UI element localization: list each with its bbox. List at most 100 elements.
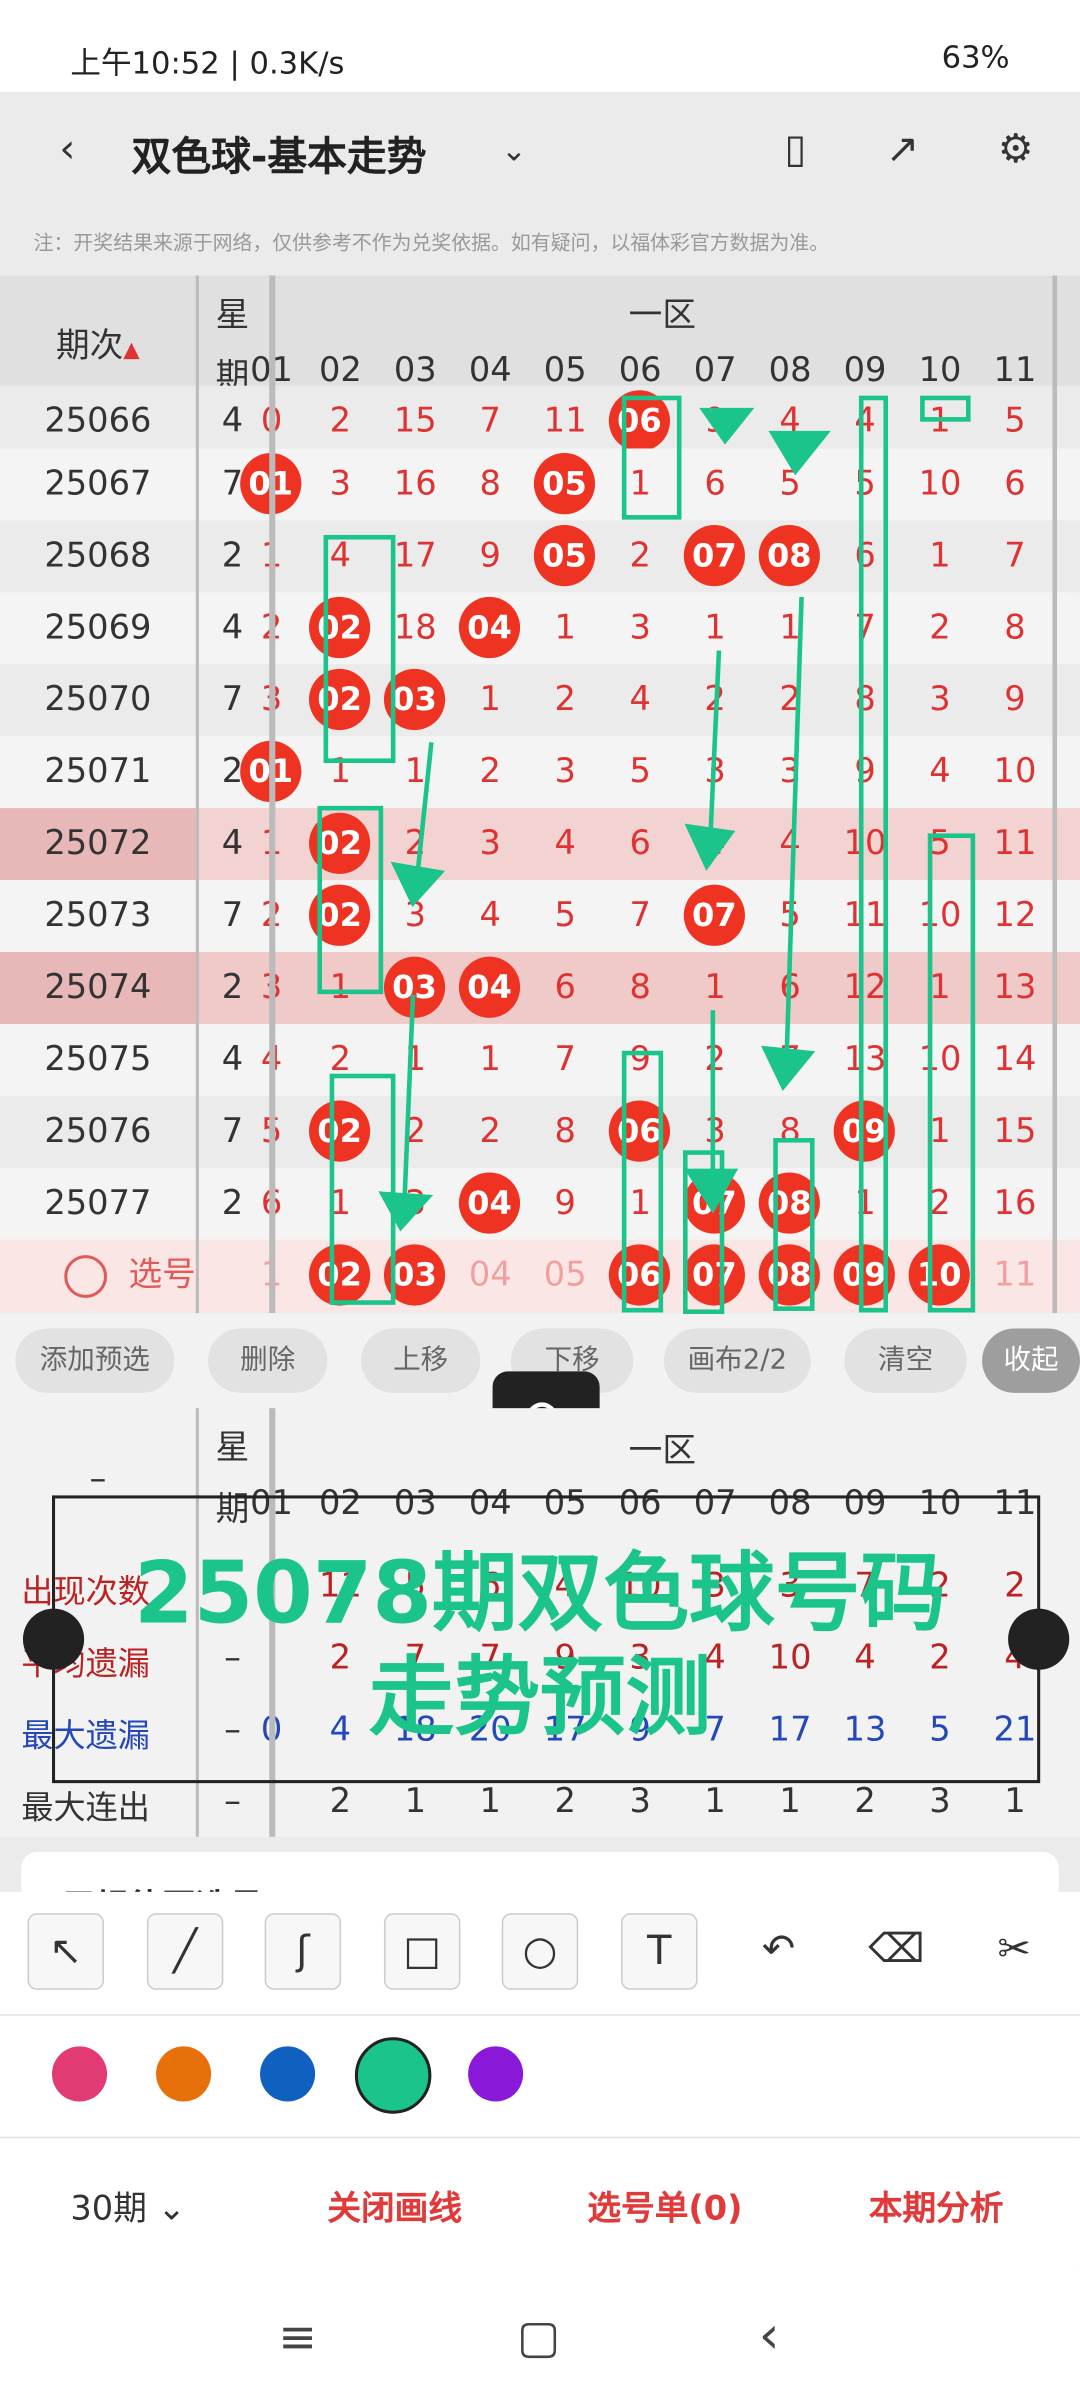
select-ball[interactable]: 09	[833, 1244, 895, 1306]
table-row[interactable]: 250682141790520708617	[0, 520, 1080, 593]
select-number[interactable]: 11	[977, 1240, 1052, 1312]
toolbar-chip[interactable]: 画布2/2	[663, 1328, 811, 1393]
toolbar-chip[interactable]: 上移	[361, 1328, 481, 1393]
red-ball: 07	[683, 524, 745, 587]
select-label[interactable]: 选号	[0, 1240, 260, 1312]
stats-col-header: 09	[843, 1484, 887, 1523]
table-row[interactable]: 250767502228063809115	[0, 1095, 1080, 1168]
select-ball[interactable]: 10	[908, 1244, 970, 1306]
back-icon[interactable]: ‹	[40, 122, 95, 177]
close-lines-button[interactable]: 关闭画线	[327, 2181, 462, 2230]
chevron-down-icon[interactable]: ⌄	[486, 122, 541, 177]
analysis-button[interactable]: 本期分析	[869, 2181, 1004, 2230]
miss-count: 1	[929, 1112, 951, 1152]
red-ball: 07	[683, 884, 745, 946]
stats-value: 2	[329, 1783, 352, 1822]
toolbar-chip[interactable]: 添加预选	[15, 1328, 175, 1393]
red-ball: 07	[683, 1172, 745, 1234]
menu-icon[interactable]: ≡	[278, 2311, 316, 2365]
table-row[interactable]: 250772613049107081216	[0, 1167, 1080, 1240]
page-title[interactable]: 双色球-基本走势	[132, 126, 427, 183]
circle-tool-icon[interactable]: ○	[501, 1913, 579, 1990]
toolbar-chip[interactable]: 删除	[208, 1328, 328, 1393]
table-row[interactable]: 2507372023457075111012	[0, 880, 1080, 953]
issue-number: 25073	[44, 896, 152, 936]
miss-count: 2	[404, 824, 427, 864]
undo-icon[interactable]: ↶	[740, 1913, 816, 1990]
stats-value: 2	[554, 1783, 576, 1822]
phone-icon[interactable]: ▯	[768, 122, 823, 177]
select-number[interactable]: 04	[453, 1240, 528, 1312]
miss-count: 11	[543, 402, 587, 441]
toolbar-chip[interactable]: 清空	[844, 1328, 967, 1393]
miss-count: 11	[993, 824, 1037, 864]
select-number[interactable]: 05	[528, 1240, 603, 1312]
miss-count: 1	[704, 968, 726, 1008]
table-row[interactable]: 2507120111235339410	[0, 736, 1080, 809]
selection-list-button[interactable]: 选号单(0)	[587, 2181, 742, 2230]
table-row[interactable]: 25072410223464410511	[0, 808, 1080, 881]
home-icon[interactable]: ▢	[517, 2311, 560, 2365]
select-ball[interactable]: 08	[758, 1244, 820, 1306]
select-ball[interactable]: 02	[308, 1244, 371, 1306]
col-header: 04	[468, 352, 512, 391]
issue-number: 25070	[44, 681, 152, 720]
curve-tool-icon[interactable]: ʃ	[264, 1913, 342, 1990]
miss-count: 9	[629, 1040, 651, 1080]
system-back-icon[interactable]: ‹	[759, 2305, 780, 2366]
miss-count: 1	[554, 609, 576, 648]
select-ball[interactable]: 07	[683, 1244, 745, 1306]
miss-count: 9	[479, 537, 501, 576]
table-row[interactable]: 25069420218041311728	[0, 592, 1080, 665]
miss-count: 8	[629, 968, 651, 1008]
table-row[interactable]: 250677013168051655106	[0, 448, 1080, 521]
miss-count: 6	[779, 968, 801, 1008]
stats-value: 1	[1004, 1783, 1026, 1822]
stats-col-header: 02	[318, 1484, 362, 1523]
text-tool-icon[interactable]: T	[621, 1913, 698, 1990]
issue-header[interactable]: 期次▲	[0, 318, 196, 367]
table-row[interactable]: 25075442117927131014	[0, 1023, 1080, 1096]
share-icon[interactable]: ↗	[875, 122, 930, 177]
miss-count: 3	[704, 753, 726, 792]
color-orange[interactable]	[156, 2046, 212, 2102]
miss-count: 1	[329, 753, 352, 792]
line-tool-icon[interactable]: ╱	[146, 1913, 224, 1990]
grid-header: 期次▲ 星 期 一区 0102030405060708091011	[0, 275, 1080, 402]
miss-count: 1	[929, 537, 951, 576]
trend-grid[interactable]: 期次▲ 星 期 一区 0102030405060708091011 250664…	[0, 275, 1080, 1314]
stats-col-header: 10	[918, 1484, 962, 1523]
period-select[interactable]: 30期 ⌄	[70, 2181, 185, 2230]
color-pink[interactable]	[52, 2046, 108, 2102]
table-row[interactable]: 2507073020312422839	[0, 664, 1080, 737]
color-blue[interactable]	[260, 2046, 316, 2102]
table-row[interactable]: 25066402157110694415	[0, 385, 1080, 458]
settings-icon[interactable]: ⚙	[988, 122, 1043, 177]
red-ball: 09	[833, 1100, 895, 1162]
select-ball[interactable]: 06	[608, 1244, 671, 1306]
app-bar: ‹ 双色球-基本走势 ⌄ ▯ ↗ ⚙	[0, 91, 1080, 212]
col-header: 07	[693, 352, 737, 391]
miss-count: 8	[554, 1112, 576, 1152]
select-ball[interactable]: 03	[383, 1244, 446, 1306]
red-ball: 03	[383, 668, 446, 731]
miss-count: 3	[404, 896, 427, 936]
color-green-selected[interactable]	[354, 2037, 432, 2114]
rectangle-tool-icon[interactable]: □	[383, 1913, 461, 1990]
issue-number: 25069	[44, 609, 152, 648]
stats-col-header: 08	[768, 1484, 812, 1523]
miss-count: 10	[843, 824, 887, 864]
miss-count: 4	[479, 896, 501, 936]
miss-count: 5	[629, 753, 651, 792]
red-ball: 04	[458, 596, 521, 659]
eraser-icon[interactable]: ⌫	[858, 1913, 934, 1990]
table-row[interactable]: 250742310304681612113	[0, 952, 1080, 1024]
toolbar-chip[interactable]: 收起	[982, 1328, 1080, 1393]
miss-count: 3	[554, 753, 576, 792]
color-purple[interactable]	[468, 2046, 524, 2102]
red-ball: 02	[308, 1100, 371, 1162]
clear-brush-icon[interactable]: ✂	[976, 1913, 1052, 1990]
miss-count: 4	[779, 824, 801, 864]
miss-count: 1	[629, 1184, 651, 1223]
arrow-tool-icon[interactable]: ↖	[27, 1913, 105, 1990]
